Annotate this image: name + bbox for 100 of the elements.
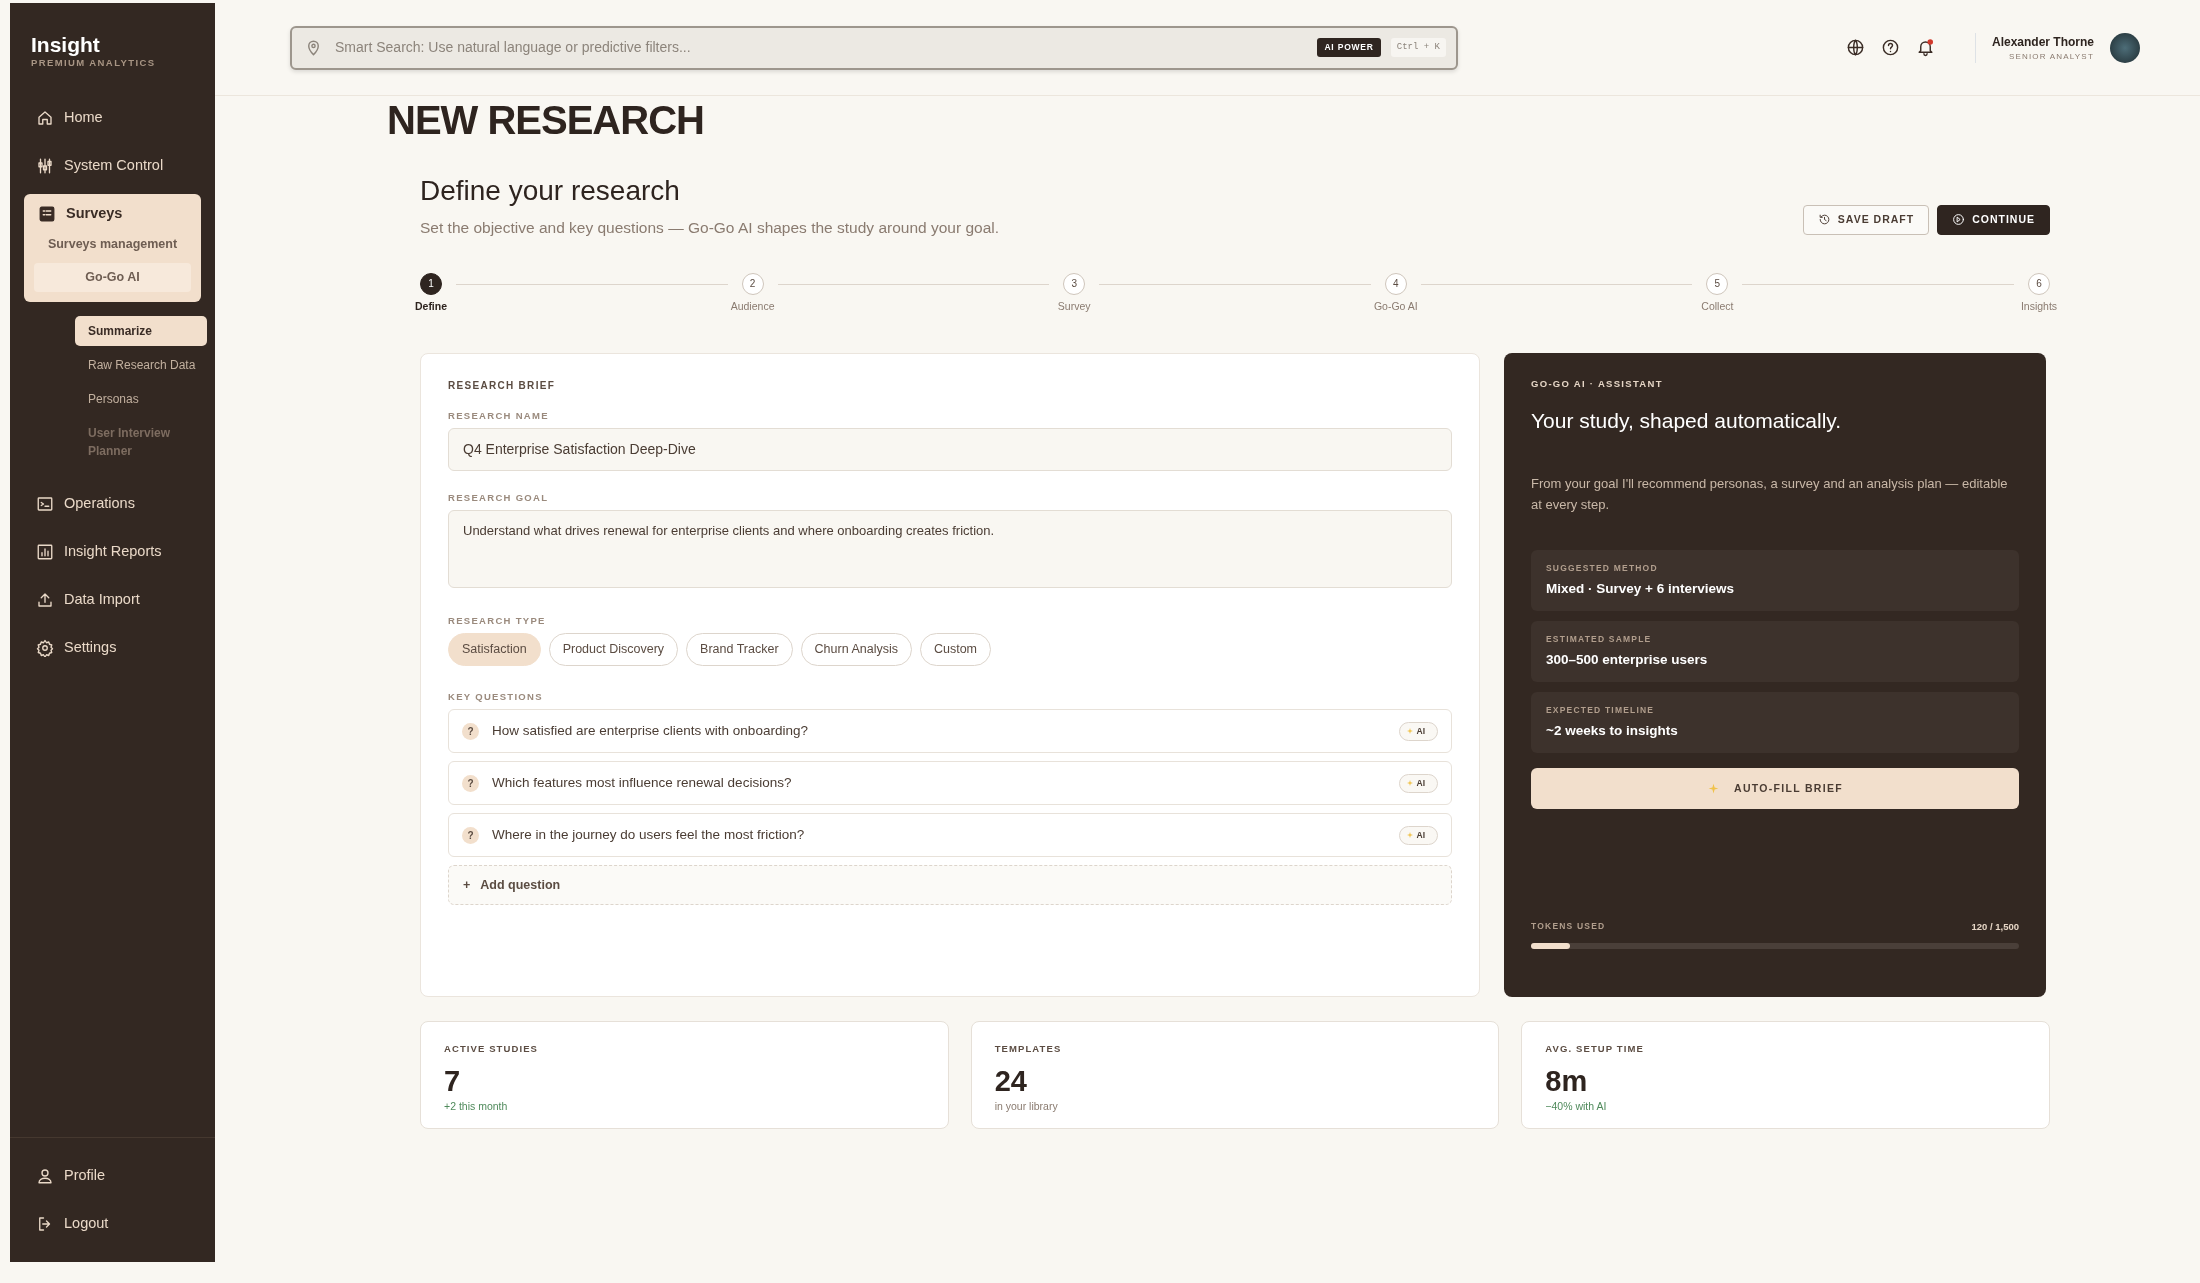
field-label: RESEARCH NAME [448,408,550,423]
ai-tag[interactable]: AI [1398,773,1438,793]
bar-chart-icon [36,542,54,561]
save-draft-button[interactable]: SAVE DRAFT [1802,205,1930,235]
question-text: How satisfied are enterprise clients with onboarding? [492,722,809,741]
brand-name: Insight [30,33,101,57]
fact-value: 300–500 enterprise users [1546,650,1709,669]
question-text: Which features most influence renewal decisions? [492,774,793,793]
question-mark: ? [462,826,479,844]
list-icon [38,205,56,224]
avatar[interactable] [2110,32,2140,63]
question-mark: ? [462,774,479,792]
card-description: From your goal I'll recommend personas, a survey and an analysis plan — editable at every step. [1531,475,2009,515]
ai-badge: AI POWER [1317,38,1381,57]
search-field[interactable]: Smart Search: Use natural language or predictive filters... AI POWER Ctrl + K [290,25,1458,70]
step-label: Define [414,298,448,314]
stat-label: ACTIVE STUDIES [444,1041,540,1056]
fact-value: ~2 weeks to insights [1546,721,1679,740]
field-label: RESEARCH TYPE [448,614,547,629]
nav-item[interactable]: Settings [10,623,215,672]
subnav-item[interactable]: Go-Go AI [34,263,191,292]
sparkle-icon [1707,781,1720,795]
nav-item[interactable]: Home [10,94,215,143]
home-icon [36,109,54,128]
ai-tag[interactable]: AI [1398,721,1438,741]
card-title: Your study, shaped automatically. [1531,407,1843,434]
auto-fill-button[interactable]: AUTO-FILL BRIEF [1531,767,2019,809]
nav-item[interactable]: Insight Reports [10,527,215,576]
stat-label: AVG. SETUP TIME [1545,1041,1645,1056]
stat-note: −40% with AI [1545,1098,1608,1114]
type-chip[interactable]: Brand Tracker [686,633,793,667]
tool-item: User Interview Planner [87,424,172,460]
search-input[interactable]: Smart Search: Use natural language or predictive filters... [333,36,1308,59]
fact-label: ESTIMATED SAMPLE [1546,632,1653,646]
question-row[interactable]: ? Where in the journey do users feel the most friction? AI [448,813,1452,858]
nav-item[interactable]: Operations [10,479,215,528]
question-row[interactable]: ? How satisfied are enterprise clients with onboarding? AI [448,709,1452,754]
step-label: Survey [1057,298,1091,314]
help-icon[interactable] [1880,38,1900,57]
tokens-reading: 120 / 1,500 [1971,920,2019,935]
plus-icon: + [463,875,471,895]
step-circle[interactable]: 6 [2027,272,2050,295]
step-circle[interactable]: 5 [1706,272,1729,295]
section-title: Define your research [420,174,681,208]
tool-item[interactable]: Raw Research Data [75,349,207,380]
step-label: Insights [2020,298,2058,314]
nav-item[interactable]: Logout [10,1200,215,1248]
play-icon [1952,213,1966,227]
step-label: Collect [1701,298,1734,314]
nav-item[interactable]: Surveys [34,202,191,227]
upload-icon [36,590,54,609]
subnav-item[interactable]: Surveys management [34,230,191,260]
tool-item[interactable]: Personas [75,383,207,414]
tokens-label: TOKENS USED [1531,920,1606,934]
fact-label: EXPECTED TIMELINE [1546,703,1656,717]
nav-item[interactable]: System Control [10,142,215,191]
step-circle[interactable]: 1 [420,272,442,295]
gear-icon [36,638,54,657]
page-title: NEW RESEARCH [387,97,705,140]
type-chip[interactable]: Product Discovery [548,633,679,667]
type-chip[interactable]: Churn Analysis [800,633,912,667]
globe-icon[interactable] [1845,38,1865,57]
type-chip[interactable]: Custom [919,633,992,667]
field-label: KEY QUESTIONS [448,690,544,705]
user-role: SENIOR ANALYST [2007,50,2094,63]
stat-note: +2 this month [444,1098,509,1114]
field-label: RESEARCH GOAL [448,490,550,505]
continue-button[interactable]: CONTINUE [1937,205,2050,235]
fact-value: Mixed · Survey + 6 interviews [1546,579,1735,598]
card-eyebrow: GO-GO AI · ASSISTANT [1531,376,1664,391]
user-name: Alexander Thorne [1991,33,2094,51]
step-circle[interactable]: 3 [1063,272,1086,295]
text-field[interactable]: Q4 Enterprise Satisfaction Deep-Dive [448,427,1452,471]
add-question-label: Add question [480,876,561,894]
type-chip[interactable]: Satisfaction [448,633,541,667]
stat-label: TEMPLATES [994,1041,1063,1056]
nav-item[interactable]: Data Import [10,575,215,624]
nav-item[interactable]: Profile [10,1152,215,1200]
stat-value: 24 [994,1063,1028,1099]
ai-tag[interactable]: AI [1398,825,1438,845]
question-row[interactable]: ? Which features most influence renewal decisions? AI [448,761,1452,806]
user-icon [36,1167,54,1185]
add-question-button[interactable]: + Add question [448,865,1452,906]
stat-note: in your library [994,1098,1059,1114]
card-title: RESEARCH BRIEF [448,378,557,393]
brand-tagline: PREMIUM ANALYTICS [30,56,157,71]
shortcut-hint: Ctrl + K [1390,37,1446,58]
question-text: Where in the journey do users feel the most friction? [492,826,806,845]
stat-value: 8m [1545,1063,1589,1099]
step-circle[interactable]: 4 [1384,272,1407,295]
question-mark: ? [462,722,479,740]
sliders-icon [36,157,54,176]
fact-label: SUGGESTED METHOD [1546,561,1659,575]
stat-value: 7 [444,1063,462,1099]
step-circle[interactable]: 2 [741,272,764,295]
step-label: Go-Go AI [1373,298,1418,314]
tool-item[interactable]: Summarize [75,315,207,346]
step-label: Audience [730,298,775,314]
text-area[interactable]: Understand what drives renewal for enterprise clients and where onboarding creates friction. [448,510,1452,589]
history-icon [1817,213,1831,227]
